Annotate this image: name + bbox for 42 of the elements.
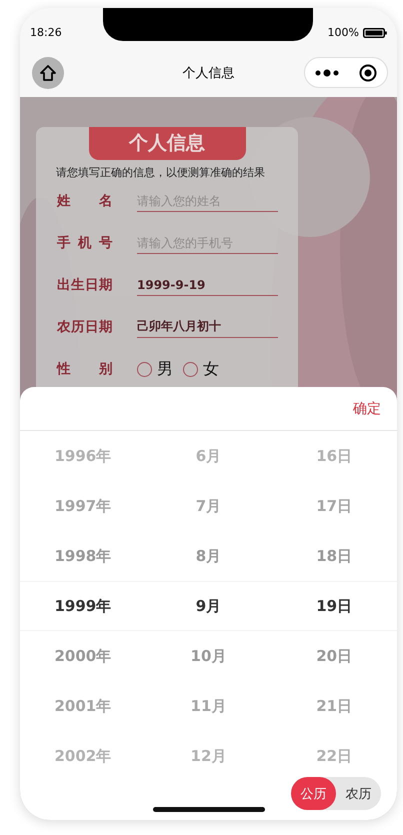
instruction-text: 请您填写正确的信息，以便测算准确的结果 xyxy=(55,165,266,180)
radio-button[interactable] xyxy=(137,362,152,376)
picker-option[interactable]: 16日 xyxy=(316,431,352,481)
radio-label: 女 xyxy=(203,358,219,380)
picker-option[interactable]: 2000年 xyxy=(54,631,112,681)
picker-option[interactable]: 1996年 xyxy=(54,431,112,481)
date-field[interactable]: 1999-9-19 xyxy=(137,274,278,296)
radio-label: 男 xyxy=(157,358,173,380)
picker-option[interactable]: 9月 xyxy=(196,581,222,631)
home-button[interactable] xyxy=(32,56,64,88)
picker-option[interactable]: 20日 xyxy=(316,631,352,681)
page-title: 个人信息 xyxy=(182,64,234,82)
card-title: 个人信息 xyxy=(88,127,246,160)
status-time: 18:26 xyxy=(30,26,62,39)
picker-option[interactable]: 21日 xyxy=(316,681,352,731)
picker-option[interactable]: 12月 xyxy=(190,731,226,781)
field-label: 农历日期 xyxy=(57,318,113,336)
picker-option[interactable]: 18日 xyxy=(316,531,352,581)
calendar-option[interactable]: 公历 xyxy=(291,777,336,810)
battery-icon xyxy=(363,28,387,38)
picker-option[interactable]: 1999年 xyxy=(54,581,112,631)
date-field[interactable]: 己卯年八月初十 xyxy=(137,316,278,338)
field-label: 出生日期 xyxy=(57,276,113,294)
picker-option[interactable]: 8月 xyxy=(196,531,222,581)
picker-option[interactable]: 1997年 xyxy=(54,481,112,531)
picker-option[interactable]: 19日 xyxy=(316,581,352,631)
field-label: 姓 名 xyxy=(57,192,113,210)
picker-option[interactable]: 17日 xyxy=(316,481,352,531)
picker-option[interactable]: 6月 xyxy=(196,431,222,481)
radio-button[interactable] xyxy=(183,362,198,376)
more-icon[interactable] xyxy=(314,68,340,78)
field-label: 性 别 xyxy=(57,360,113,378)
picker-option[interactable]: 2001年 xyxy=(54,681,112,731)
picker-option[interactable]: 10月 xyxy=(190,631,226,681)
picker-option[interactable]: 11月 xyxy=(190,681,226,731)
confirm-button[interactable]: 确定 xyxy=(353,400,381,418)
home-icon xyxy=(39,64,57,82)
picker-option[interactable]: 7月 xyxy=(196,481,222,531)
picker-option[interactable]: 1998年 xyxy=(54,531,112,581)
field-label: 手 机 号 xyxy=(57,234,113,252)
picker-option[interactable]: 2002年 xyxy=(54,731,112,781)
battery-percent: 100% xyxy=(328,26,359,39)
